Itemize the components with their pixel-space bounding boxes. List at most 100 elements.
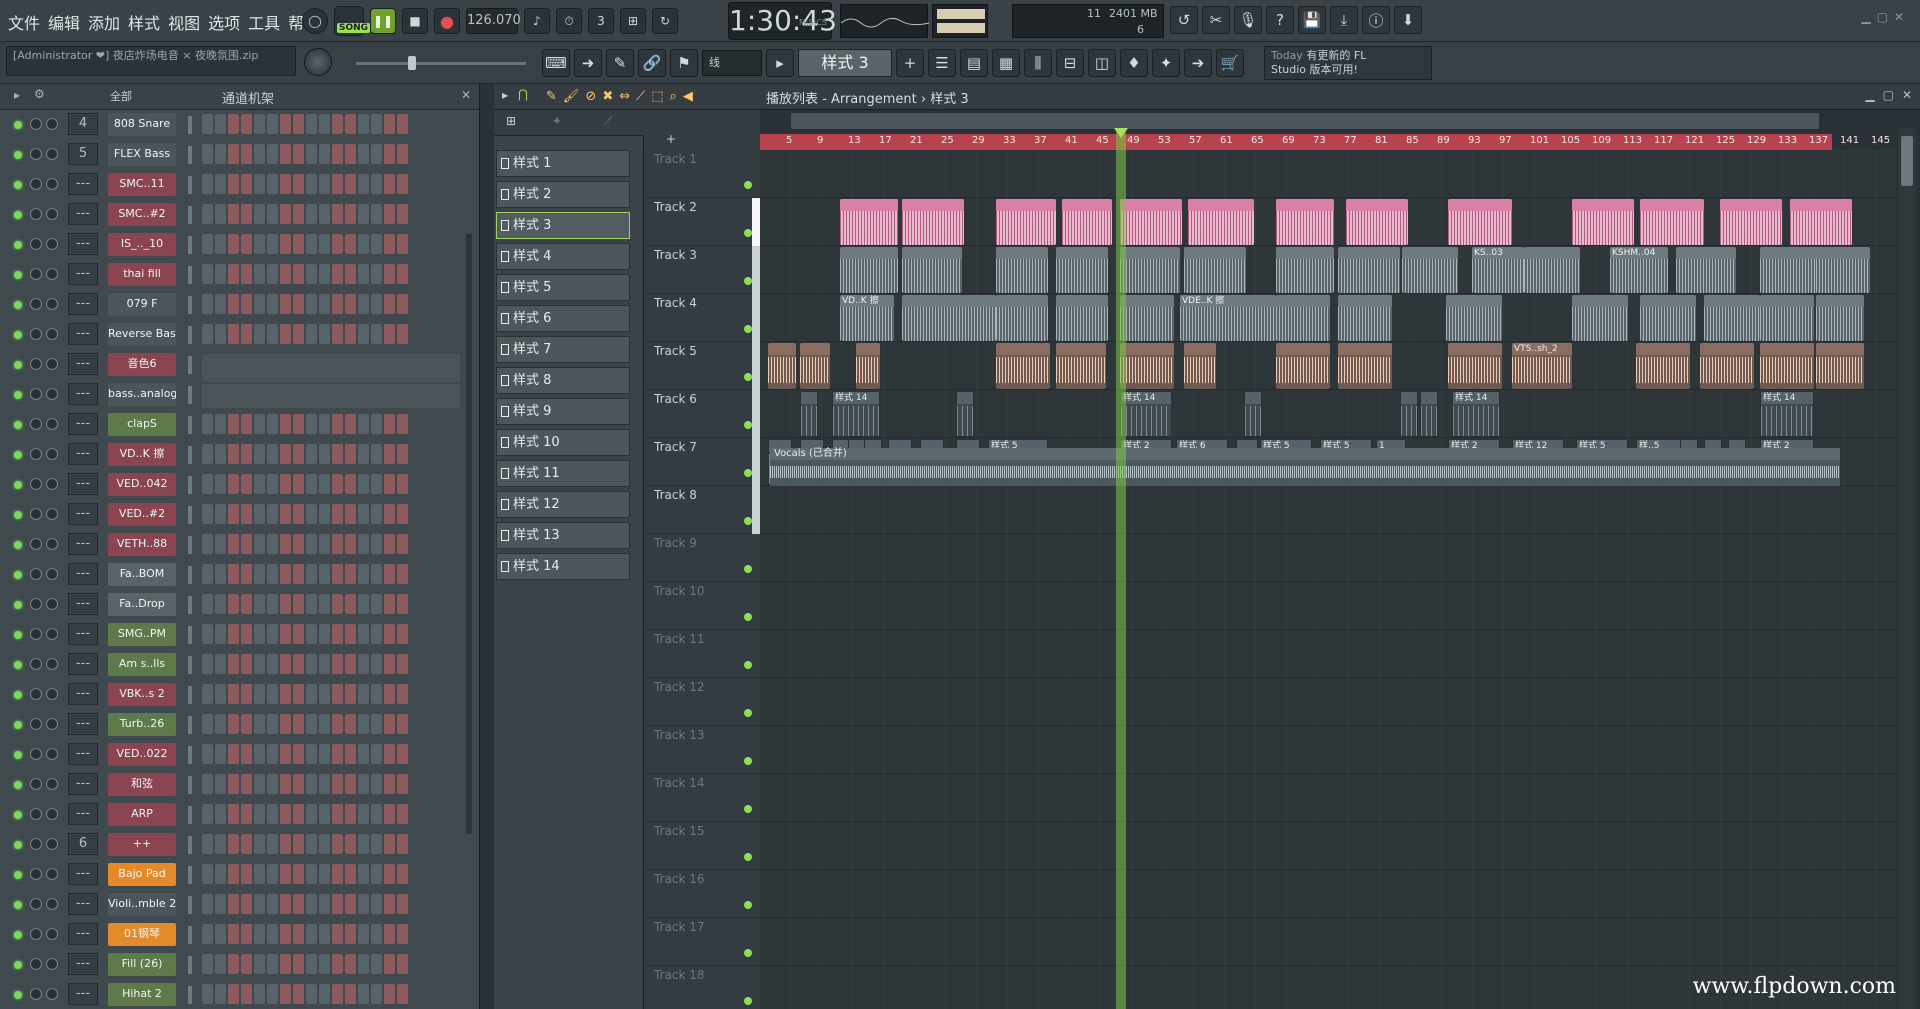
step-button[interactable]	[254, 894, 265, 914]
playlist-clip[interactable]	[1400, 391, 1418, 437]
step-button[interactable]	[306, 984, 317, 1004]
step-button[interactable]	[371, 504, 382, 524]
playlist-clip[interactable]: 样式 14	[1120, 391, 1172, 437]
step-button[interactable]	[254, 864, 265, 884]
snap-selector[interactable]: 线	[702, 50, 762, 76]
step-button[interactable]	[371, 534, 382, 554]
stop-button[interactable]: ■	[402, 8, 428, 34]
step-button[interactable]	[306, 954, 317, 974]
playlist-clip[interactable]	[1184, 343, 1216, 389]
step-button[interactable]	[306, 594, 317, 614]
pencil-icon[interactable]: ✎	[546, 89, 557, 104]
undo-icon[interactable]: ↺	[1170, 6, 1198, 34]
step-button[interactable]	[202, 594, 213, 614]
step-button[interactable]	[371, 624, 382, 644]
step-button[interactable]	[228, 654, 239, 674]
step-button[interactable]	[267, 654, 278, 674]
channel-select-bar[interactable]	[188, 116, 192, 134]
step-button[interactable]	[358, 924, 369, 944]
volume-knob[interactable]	[46, 778, 58, 790]
step-button[interactable]	[254, 114, 265, 134]
video-icon[interactable]: ✦	[1152, 49, 1180, 77]
channel-row[interactable]: --- thai fill	[0, 260, 470, 290]
step-button[interactable]	[267, 594, 278, 614]
channel-led-icon[interactable]	[14, 451, 22, 459]
loop-record-icon[interactable]: ↻	[652, 8, 678, 34]
track-active-icon[interactable]	[744, 325, 752, 333]
step-button[interactable]	[267, 264, 278, 284]
channel-led-icon[interactable]	[14, 601, 22, 609]
volume-knob[interactable]	[46, 628, 58, 640]
step-button[interactable]	[241, 414, 252, 434]
step-button[interactable]	[241, 174, 252, 194]
step-button[interactable]	[332, 234, 343, 254]
mixer-icon[interactable]: ⫼	[1024, 49, 1052, 77]
step-button[interactable]	[267, 984, 278, 1004]
playlist-clip[interactable]: 样式 14	[1760, 391, 1814, 437]
track-lane[interactable]	[760, 630, 1896, 678]
step-button[interactable]	[280, 594, 291, 614]
stamp-icon[interactable]: ⚑	[670, 49, 698, 77]
track-active-icon[interactable]	[744, 853, 752, 861]
step-button[interactable]	[332, 114, 343, 134]
step-button[interactable]	[254, 294, 265, 314]
pattern-item[interactable]: 样式 3	[496, 212, 630, 239]
step-button[interactable]	[228, 444, 239, 464]
shop-icon[interactable]: 🛒	[1216, 49, 1244, 77]
step-button[interactable]	[228, 504, 239, 524]
step-button[interactable]	[280, 204, 291, 224]
channel-row[interactable]: --- 音色6	[0, 350, 470, 382]
step-button[interactable]	[280, 744, 291, 764]
step-button[interactable]	[228, 144, 239, 164]
step-button[interactable]	[215, 984, 226, 1004]
mixer-track-number[interactable]: 5	[68, 143, 98, 165]
mixer-track-number[interactable]: ---	[68, 593, 98, 615]
pan-knob[interactable]	[30, 598, 42, 610]
step-button[interactable]	[332, 204, 343, 224]
playlist-clip[interactable]	[1790, 199, 1852, 245]
step-button[interactable]	[358, 294, 369, 314]
step-button[interactable]	[319, 294, 330, 314]
save-icon[interactable]: 💾	[1298, 6, 1326, 34]
step-button[interactable]	[215, 624, 226, 644]
track-active-icon[interactable]	[744, 613, 752, 621]
track-lane[interactable]	[760, 918, 1896, 966]
pan-knob[interactable]	[30, 298, 42, 310]
step-button[interactable]	[384, 414, 395, 434]
channel-row[interactable]: --- clapS	[0, 410, 470, 440]
step-button[interactable]	[241, 594, 252, 614]
volume-knob[interactable]	[46, 358, 58, 370]
step-button[interactable]	[202, 864, 213, 884]
track-header[interactable]: Track 16	[644, 870, 760, 918]
step-button[interactable]	[293, 654, 304, 674]
step-button[interactable]	[293, 714, 304, 734]
step-button[interactable]	[228, 234, 239, 254]
volume-knob[interactable]	[46, 868, 58, 880]
step-button[interactable]	[293, 264, 304, 284]
channel-row[interactable]: --- Fa..Drop	[0, 590, 470, 620]
channel-led-icon[interactable]	[14, 661, 22, 669]
track-header[interactable]: Track 17	[644, 918, 760, 966]
channel-name-button[interactable]: VBK..s 2	[108, 683, 176, 706]
step-button[interactable]	[293, 474, 304, 494]
pattern-item[interactable]: 样式 9	[496, 398, 630, 425]
track-lane[interactable]	[760, 822, 1896, 870]
step-button[interactable]	[397, 954, 408, 974]
pan-knob[interactable]	[30, 808, 42, 820]
step-button[interactable]	[293, 444, 304, 464]
step-button[interactable]	[267, 144, 278, 164]
pattern-item[interactable]: 样式 6	[496, 305, 630, 332]
mixer-track-number[interactable]: 4	[68, 113, 98, 135]
volume-knob[interactable]	[46, 208, 58, 220]
channel-name-button[interactable]: ++	[108, 833, 176, 856]
mixer-track-number[interactable]: ---	[68, 503, 98, 525]
channel-select-bar[interactable]	[188, 986, 192, 1004]
volume-knob[interactable]	[46, 118, 58, 130]
step-button[interactable]	[345, 624, 356, 644]
step-button[interactable]	[358, 504, 369, 524]
volume-knob[interactable]	[46, 898, 58, 910]
step-button[interactable]	[332, 414, 343, 434]
step-button[interactable]	[371, 804, 382, 824]
step-button[interactable]	[358, 474, 369, 494]
step-button[interactable]	[306, 144, 317, 164]
